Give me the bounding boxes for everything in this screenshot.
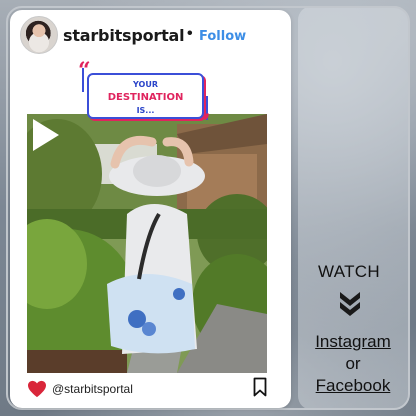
double-chevron-down-icon — [340, 292, 360, 316]
destination-banner: YOUR DESTINATION IS... — [87, 73, 204, 119]
footer-handle[interactable]: @starbitsportal — [52, 382, 133, 396]
play-arrow-icon[interactable] — [31, 117, 61, 153]
banner-line-2: DESTINATION — [107, 92, 184, 103]
bookmark-icon[interactable] — [253, 377, 267, 397]
watch-label: WATCH — [318, 262, 380, 281]
facebook-link[interactable]: Facebook — [298, 376, 408, 396]
avatar[interactable] — [20, 16, 58, 54]
banner-line-1: YOUR — [133, 80, 158, 89]
photo-illustration — [27, 114, 267, 373]
or-label: or — [345, 354, 361, 373]
banner-line-3: IS... — [136, 106, 155, 115]
post-photo[interactable] — [27, 114, 267, 373]
separator-dot: • — [187, 25, 193, 42]
username[interactable]: starbitsportal — [63, 26, 185, 45]
heart-icon[interactable] — [27, 380, 47, 398]
follow-button[interactable]: Follow — [199, 29, 246, 44]
instagram-link[interactable]: Instagram — [298, 332, 408, 352]
